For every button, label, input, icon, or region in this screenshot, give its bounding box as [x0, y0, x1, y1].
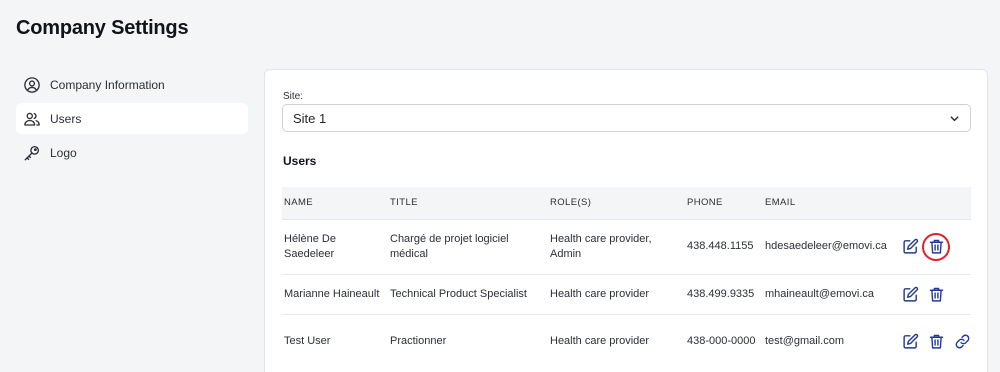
- cell-roles: Health care provider: [550, 335, 650, 348]
- sidebar-item-label: Logo: [50, 145, 77, 160]
- trash-icon: [929, 335, 943, 349]
- table-row: Test User Practionner Health care provid…: [282, 314, 971, 369]
- settings-sidebar: Company Information Users Logo: [16, 69, 248, 171]
- column-header-name: NAME: [284, 197, 314, 209]
- cell-phone: 438.448.1155: [687, 240, 754, 252]
- cell-actions: [895, 314, 971, 369]
- delete-user-button[interactable]: [922, 232, 950, 261]
- cell-roles: Health care provider: [550, 287, 650, 300]
- sidebar-item-logo[interactable]: Logo: [16, 137, 248, 168]
- cell-title: Practionner: [390, 335, 447, 348]
- users-table: NAME TITLE ROLE(S) PHONE EMAIL Hélène De…: [282, 187, 971, 369]
- trash-icon: [929, 287, 943, 302]
- copy-link-button[interactable]: [953, 333, 971, 351]
- link-icon: [955, 334, 969, 349]
- delete-user-button[interactable]: [927, 333, 945, 351]
- table-row: Hélène De Saedeleer Chargé de projet log…: [282, 219, 971, 274]
- edit-icon: [902, 286, 918, 302]
- cell-actions: [895, 274, 971, 314]
- users-icon: [23, 110, 41, 128]
- highlight-ring: [922, 232, 950, 261]
- cell-phone: 438.499.9335: [687, 287, 755, 300]
- sidebar-item-users[interactable]: Users: [16, 103, 248, 134]
- cell-email: hdesaedeleer@emovi.ca: [765, 240, 887, 252]
- cell-name: Test User: [284, 335, 331, 348]
- sidebar-item-company-information[interactable]: Company Information: [16, 69, 248, 100]
- edit-user-button[interactable]: [901, 333, 919, 351]
- sidebar-item-label: Users: [50, 111, 82, 126]
- cell-email: mhaineault@emovi.ca: [765, 287, 874, 300]
- column-header-actions: [895, 187, 971, 219]
- table-header-row: NAME TITLE ROLE(S) PHONE EMAIL: [282, 187, 971, 219]
- sidebar-item-label: Company Information: [50, 77, 165, 92]
- cell-email: test@gmail.com: [765, 335, 845, 348]
- site-select-value: Site 1: [293, 110, 327, 126]
- cell-actions: [895, 219, 971, 274]
- delete-user-button[interactable]: [927, 285, 945, 303]
- edit-user-button[interactable]: [901, 238, 919, 256]
- column-header-phone: PHONE: [687, 197, 723, 209]
- users-settings-panel: Site: Site 1 Users NAME TITLE ROLE(S) PH…: [264, 69, 988, 372]
- cell-title: Technical Product Specialist: [390, 287, 527, 300]
- table-row: Marianne Haineault Technical Product Spe…: [282, 274, 971, 314]
- users-section-title: Users: [283, 154, 317, 168]
- cell-name: Marianne Haineault: [284, 287, 380, 300]
- page-title: Company Settings: [16, 17, 189, 39]
- column-header-roles: ROLE(S): [550, 197, 592, 209]
- column-header-title: TITLE: [390, 197, 418, 209]
- user-circle-icon: [23, 76, 41, 94]
- cell-name: Hélène De Saedeleer: [284, 232, 336, 260]
- chevron-down-icon: [950, 116, 959, 122]
- edit-icon: [902, 238, 918, 254]
- edit-user-button[interactable]: [901, 285, 919, 303]
- site-select[interactable]: Site 1: [282, 104, 971, 132]
- cell-phone: 438-000-0000: [687, 335, 756, 348]
- column-header-email: EMAIL: [765, 197, 796, 209]
- site-label: Site:: [283, 91, 304, 102]
- cell-title: Chargé de projet logiciel médical: [390, 232, 509, 260]
- cell-roles: Health care provider, Admin: [550, 232, 652, 260]
- edit-icon: [902, 333, 918, 349]
- key-icon: [23, 144, 41, 162]
